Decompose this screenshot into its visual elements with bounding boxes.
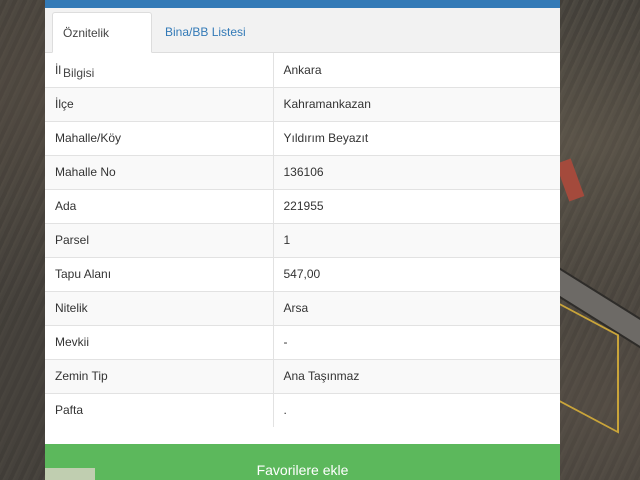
attribute-value: 1 [273,222,560,257]
attribute-value: Ankara [273,53,560,87]
attribute-key: Ada [45,188,274,223]
attribute-value: 136106 [273,154,560,189]
attribute-key: Mahalle No [45,154,274,189]
table-row: Mevkii - [45,324,560,359]
attribute-value: Yıldırım Beyazıt [273,120,560,155]
attribute-key: Mahalle/Köy [45,120,274,155]
attribute-value: 547,00 [273,256,560,291]
parcel-info-panel: Öznitelik Bilgisi Bina/BB Listesi İl Anka… [45,0,560,480]
attribute-value: - [273,324,560,359]
panel-header-bar [45,0,560,8]
table-row: Tapu Alanı 547,00 [45,256,560,291]
attribute-value: Kahramankazan [273,86,560,121]
table-row: Mahalle/Köy Yıldırım Beyazıt [45,120,560,155]
attribute-key: Parsel [45,222,274,257]
table-row: Ada 221955 [45,188,560,223]
table-row: İl Ankara [45,53,560,87]
attribute-key: Pafta [45,392,274,427]
table-row: Parsel 1 [45,222,560,257]
tab-building-list[interactable]: Bina/BB Listesi [155,12,256,52]
attribute-value: 221955 [273,188,560,223]
table-row: Pafta. [45,392,560,427]
attribute-key: Zemin Tip [45,358,274,393]
map-attribution-logo [45,468,95,480]
attribute-table: İl Ankara İlçe Kahramankazan Mahalle/Köy Yı… [45,53,560,427]
table-row: İlçe Kahramankazan [45,86,560,121]
attribute-value: Ana Taşınmaz [273,358,560,393]
tab-bar: Öznitelik Bilgisi Bina/BB Listesi [45,8,560,80]
attribute-key: Tapu Alanı [45,256,274,291]
attribute-key: Mevkii [45,324,274,359]
table-row: Nitelik Arsa [45,290,560,325]
add-to-favorites-button[interactable]: Favorilere ekle [45,444,560,480]
table-row: Mahalle No 136106 [45,154,560,189]
tab-attribute-info[interactable]: Öznitelik Bilgisi [52,12,152,80]
attribute-value: Arsa [273,290,560,325]
table-row: Zemin Tip Ana Taşınmaz [45,358,560,393]
attribute-key: Nitelik [45,290,274,325]
attribute-value: . [273,392,560,427]
